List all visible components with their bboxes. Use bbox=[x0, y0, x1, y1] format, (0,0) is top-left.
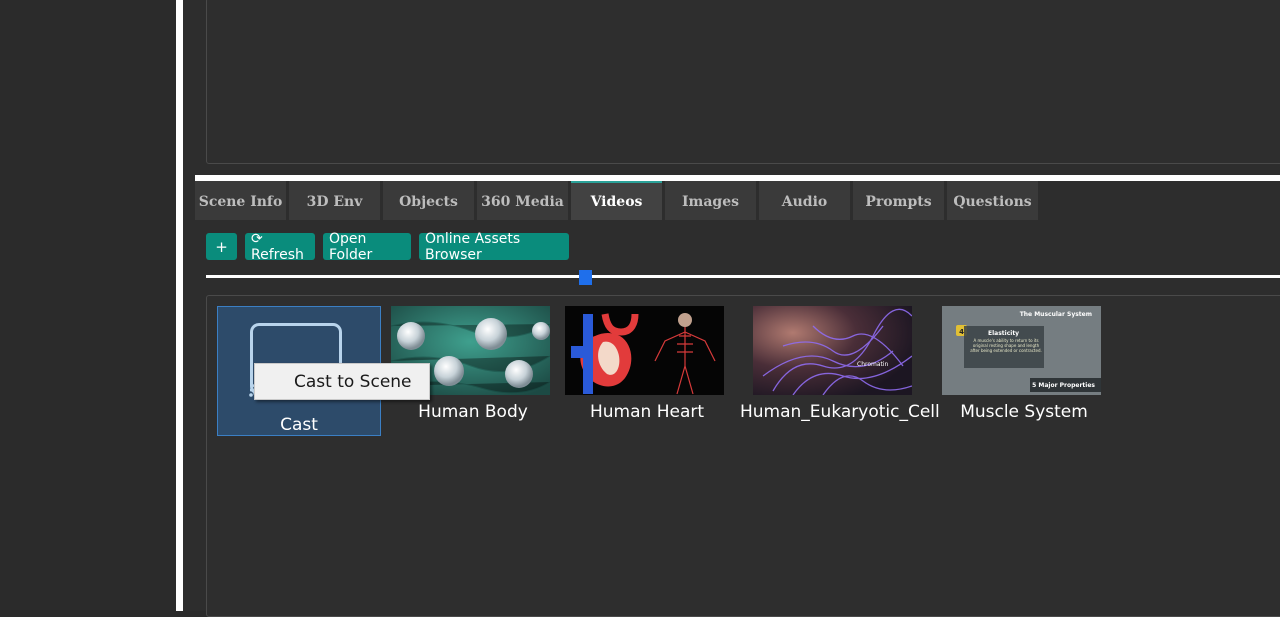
asset-label: Human_Eukaryotic_Cell bbox=[740, 402, 940, 422]
tab-videos[interactable]: Videos bbox=[571, 181, 662, 220]
add-button[interactable]: + bbox=[206, 233, 237, 260]
tab-objects[interactable]: Objects bbox=[383, 181, 474, 220]
asset-label: Human Body bbox=[418, 402, 528, 422]
muscle-thumb-badge: 4 bbox=[959, 328, 964, 336]
tab-bar: Scene Info 3D Env Objects 360 Media Vide… bbox=[195, 181, 1041, 220]
asset-label: Muscle System bbox=[960, 402, 1088, 422]
chromatin-label: Chromatin bbox=[857, 361, 889, 368]
panel-splitter[interactable] bbox=[176, 0, 183, 611]
asset-label: Cast bbox=[280, 415, 318, 435]
thumbnail-size-slider-track[interactable] bbox=[206, 275, 1280, 278]
muscle-thumb-footer: 5 Major Properties bbox=[1032, 382, 1095, 389]
video-thumbnail: Chromatin bbox=[753, 306, 912, 395]
asset-item-human-eukaryotic-cell[interactable]: Chromatin Human_Eukaryotic_Cell bbox=[740, 306, 940, 436]
tab-questions[interactable]: Questions bbox=[947, 181, 1038, 220]
video-thumbnail: The Muscular System 4 Elasticity A muscl… bbox=[942, 306, 1101, 395]
refresh-button[interactable]: ⟳ Refresh bbox=[245, 231, 315, 263]
muscle-thumb-heading: Elasticity bbox=[988, 330, 1019, 337]
asset-item-muscle-system[interactable]: The Muscular System 4 Elasticity A muscl… bbox=[942, 306, 1106, 436]
asset-item-human-heart[interactable]: Human Heart bbox=[565, 306, 729, 436]
tab-audio[interactable]: Audio bbox=[759, 181, 850, 220]
left-panel bbox=[0, 0, 176, 611]
context-menu: Cast to Scene bbox=[254, 363, 430, 400]
online-assets-browser-button[interactable]: Online Assets Browser bbox=[419, 231, 569, 263]
asset-label: Human Heart bbox=[589, 402, 705, 422]
tab-scene-info[interactable]: Scene Info bbox=[195, 181, 286, 220]
thumbnail-size-slider-handle[interactable] bbox=[579, 270, 592, 285]
muscle-thumb-title: The Muscular System bbox=[1020, 311, 1092, 318]
scene-preview-panel bbox=[206, 0, 1280, 164]
open-folder-button[interactable]: Open Folder bbox=[323, 231, 411, 263]
tab-360-media[interactable]: 360 Media bbox=[477, 181, 568, 220]
tab-images[interactable]: Images bbox=[665, 181, 756, 220]
muscle-thumb-body: A muscle's ability to return to its orig… bbox=[970, 338, 1042, 353]
context-menu-item-cast-to-scene[interactable]: Cast to Scene bbox=[294, 372, 412, 392]
video-thumbnail bbox=[565, 306, 724, 395]
tab-prompts[interactable]: Prompts bbox=[853, 181, 944, 220]
tab-3d-env[interactable]: 3D Env bbox=[289, 181, 380, 220]
